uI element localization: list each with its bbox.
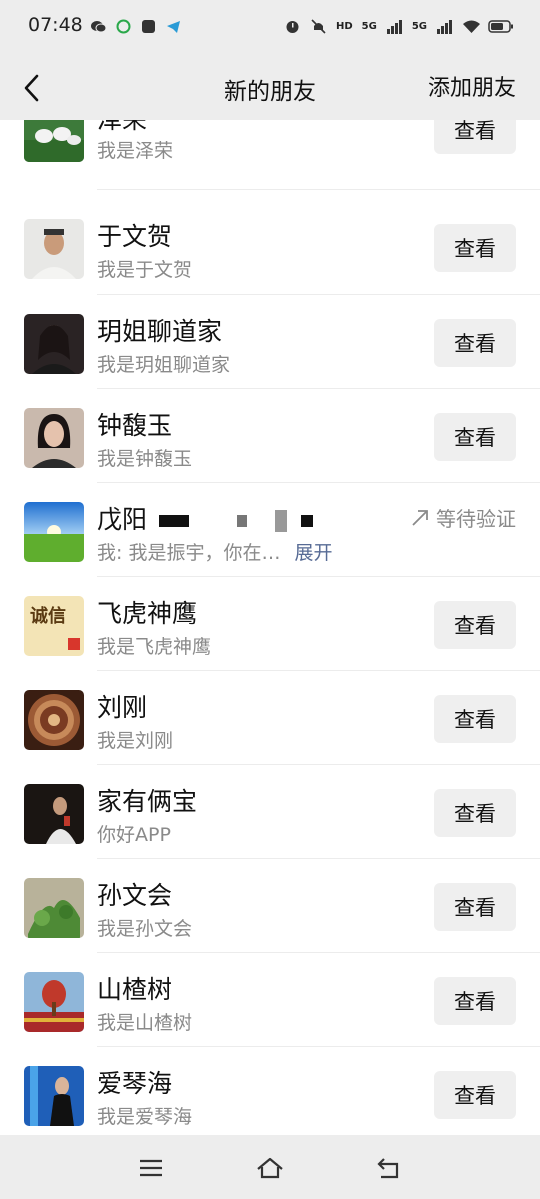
signal-label-1: 5G <box>361 20 377 32</box>
back-button[interactable] <box>14 68 50 108</box>
friend-row-zerong[interactable]: 泽荣 我是泽荣 查看 <box>0 120 540 190</box>
friend-name: 刘刚 <box>97 693 148 722</box>
back-gesture-button[interactable] <box>374 1153 404 1183</box>
wechat-icon <box>90 18 107 35</box>
friend-message: 我是泽荣 <box>97 140 174 162</box>
redacted-block <box>300 515 313 527</box>
friend-name: 于文贺 <box>97 222 173 251</box>
new-friends-list: 泽荣 我是泽荣 查看 于文贺 我是于文贺 查看 玥姐聊道家 我是玥姐聊道家 查看… <box>0 120 540 1135</box>
friend-name: 玥姐聊道家 <box>97 317 223 346</box>
friend-name: 家有俩宝 <box>97 787 198 816</box>
avatar <box>24 408 84 468</box>
view-button[interactable]: 查看 <box>434 224 516 272</box>
redacted-block <box>158 515 189 527</box>
divider <box>97 189 540 190</box>
app-icon <box>140 18 157 35</box>
friend-name: 泽荣 <box>97 120 147 136</box>
redacted-block <box>236 515 247 527</box>
view-button[interactable]: 查看 <box>434 601 516 649</box>
view-button[interactable]: 查看 <box>434 789 516 837</box>
battery-icon <box>488 18 514 35</box>
signal-icon-2 <box>436 18 453 35</box>
chevron-left-icon <box>24 74 39 102</box>
friend-row-yuejie[interactable]: 玥姐聊道家 我是玥姐聊道家 查看 <box>0 295 540 389</box>
view-button[interactable]: 查看 <box>434 695 516 743</box>
friend-row-aiqinhai[interactable]: 爱琴海 我是爱琴海 查看 <box>0 1047 540 1135</box>
friend-message: 我是飞虎神鹰 <box>97 636 212 658</box>
avatar <box>24 120 84 162</box>
menu-icon <box>140 1159 162 1177</box>
chat-bubble-icon <box>115 18 132 35</box>
avatar: 诚信 <box>24 596 84 656</box>
friend-name: 戊阳 <box>97 500 313 536</box>
view-button[interactable]: 查看 <box>434 319 516 367</box>
pending-label: 等待验证 <box>436 507 516 531</box>
friend-name: 钟馥玉 <box>97 411 173 440</box>
mute-icon <box>310 18 327 35</box>
menu-button[interactable] <box>136 1153 166 1183</box>
redacted-block <box>274 510 287 532</box>
avatar <box>24 878 84 938</box>
return-icon <box>377 1158 399 1179</box>
avatar <box>24 1066 84 1126</box>
avatar <box>24 219 84 279</box>
friend-row-jiayouliangbao[interactable]: 家有俩宝 你好APP 查看 <box>0 765 540 859</box>
avatar <box>24 690 84 750</box>
avatar-text: 诚信 <box>30 606 66 627</box>
friend-name: 孙文会 <box>97 881 173 910</box>
pending-status: 等待验证 <box>410 503 516 532</box>
friend-name: 飞虎神鹰 <box>97 599 198 628</box>
signal-label-2: 5G <box>411 20 427 32</box>
signal-icon <box>386 18 403 35</box>
wifi-icon <box>462 18 480 35</box>
friend-message: 我是于文贺 <box>97 259 193 281</box>
alarm-icon <box>284 18 301 35</box>
view-button[interactable]: 查看 <box>434 1071 516 1119</box>
friend-message: 我: 我是振宇，你在… 展开 <box>97 542 333 564</box>
friend-row-feihu[interactable]: 诚信 飞虎神鹰 我是飞虎神鹰 查看 <box>0 577 540 671</box>
arrow-up-right-icon <box>412 509 428 526</box>
avatar <box>24 502 84 562</box>
friend-message: 你好APP <box>97 824 171 846</box>
friend-message: 我是玥姐聊道家 <box>97 354 231 376</box>
add-friend-button[interactable]: 添加朋友 <box>428 70 516 102</box>
friend-row-sunwenhui[interactable]: 孙文会 我是孙文会 查看 <box>0 859 540 953</box>
header-bar: 新的朋友 添加朋友 <box>0 56 540 120</box>
system-status-icons: HD 5G 5G <box>284 18 514 35</box>
status-bar: 07:48 HD 5G 5G <box>0 0 540 56</box>
system-nav-bar <box>0 1135 540 1199</box>
view-button[interactable]: 查看 <box>434 120 516 154</box>
expand-link[interactable]: 展开 <box>294 542 332 564</box>
friend-row-yuwenhe[interactable]: 于文贺 我是于文贺 查看 <box>0 201 540 295</box>
friend-message: 我是山楂树 <box>97 1012 193 1034</box>
friend-name: 山楂树 <box>97 975 173 1004</box>
status-time: 07:48 <box>28 14 83 36</box>
friend-name: 爱琴海 <box>97 1069 173 1098</box>
view-button[interactable]: 查看 <box>434 883 516 931</box>
friend-row-shanzhashu[interactable]: 山楂树 我是山楂树 查看 <box>0 953 540 1047</box>
telegram-icon <box>165 18 182 35</box>
home-icon <box>257 1157 283 1179</box>
friend-row-wuyang[interactable]: 戊阳 我: 我是振宇，你在… 展开 等待验证 <box>0 483 540 577</box>
friend-row-zhongfuyu[interactable]: 钟馥玉 我是钟馥玉 查看 <box>0 389 540 483</box>
notification-icons <box>90 18 182 35</box>
avatar <box>24 972 84 1032</box>
hd-label: HD <box>335 20 353 32</box>
friend-message: 我是刘刚 <box>97 730 174 752</box>
friend-message: 我是爱琴海 <box>97 1106 193 1128</box>
avatar <box>24 784 84 844</box>
avatar <box>24 314 84 374</box>
view-button[interactable]: 查看 <box>434 977 516 1025</box>
friend-message: 我是孙文会 <box>97 918 193 940</box>
home-button[interactable] <box>255 1153 285 1183</box>
friend-message: 我是钟馥玉 <box>97 448 193 470</box>
view-button[interactable]: 查看 <box>434 413 516 461</box>
friend-row-liugang[interactable]: 刘刚 我是刘刚 查看 <box>0 671 540 765</box>
